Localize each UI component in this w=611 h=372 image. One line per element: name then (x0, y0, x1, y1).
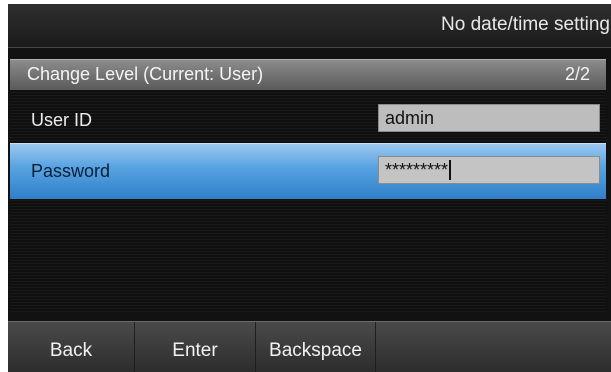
backspace-button[interactable]: Backspace (256, 322, 376, 372)
list-item-password[interactable]: Password ********* (10, 143, 606, 199)
softkey-bar: Back Enter Backspace (8, 321, 611, 372)
password-field[interactable]: ********* (378, 156, 600, 184)
back-button[interactable]: Back (8, 322, 135, 372)
page-title: Change Level (Current: User) (27, 64, 264, 84)
password-label: Password (31, 161, 111, 181)
text-cursor (449, 160, 452, 180)
user-id-label: User ID (31, 110, 93, 130)
page-indicator: 2/2 (564, 64, 590, 84)
date-time-status: No date/time setting (441, 14, 610, 35)
device-screen: No date/time setting Change Level (Curre… (8, 4, 611, 372)
user-id-value: admin (385, 108, 435, 128)
enter-button[interactable]: Enter (135, 322, 256, 372)
status-bar: No date/time setting (8, 4, 611, 48)
form-list: User ID admin Password ********* (10, 90, 606, 312)
password-value: ********* (385, 160, 449, 180)
title-bar: Change Level (Current: User) 2/2 (10, 59, 606, 90)
list-item-user-id[interactable]: User ID admin (10, 95, 606, 145)
user-id-field[interactable]: admin (378, 104, 600, 132)
